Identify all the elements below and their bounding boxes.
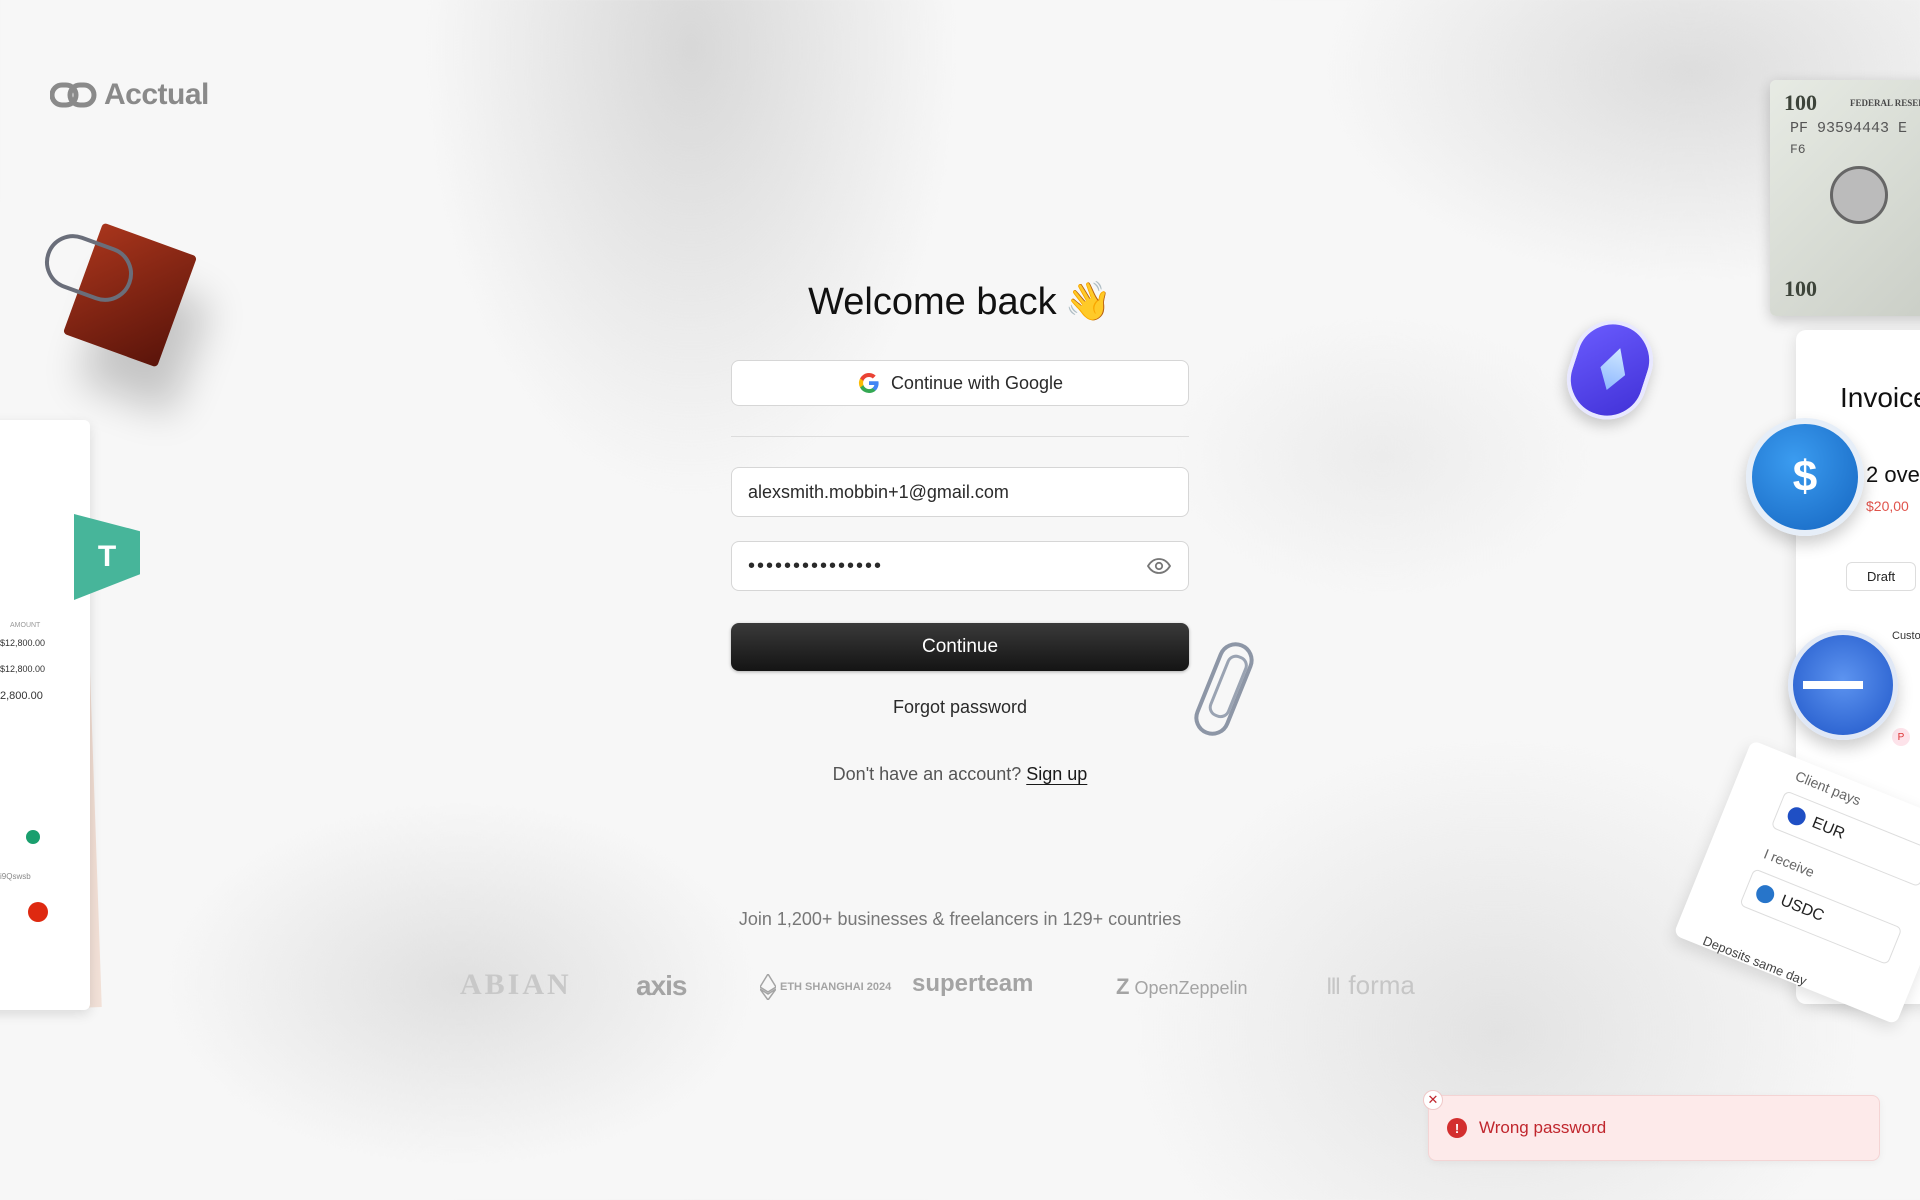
divider [731, 436, 1189, 437]
acctual-logo-icon [50, 82, 97, 108]
amount-header: AMOUNT [10, 622, 41, 629]
partner-logo-eth-shanghai: ETH SHANGHAI 2024 [760, 974, 892, 1000]
continue-with-google-button[interactable]: Continue with Google [731, 360, 1189, 406]
partner-logo-superteam: superteam [912, 970, 1034, 997]
openzeppelin-z-icon: Z [1116, 974, 1130, 999]
partner-logo-openzeppelin: Z OpenZeppelin [1116, 974, 1248, 1000]
deposits-note: Deposits same day [1700, 932, 1809, 989]
waving-hand-icon: 👋 [1064, 281, 1112, 323]
title-text: Welcome back [808, 281, 1057, 323]
logo-text: Acctual [104, 78, 209, 111]
draft-badge: Draft [1846, 562, 1917, 591]
forma-text: forma [1348, 970, 1415, 1000]
eu-flag-icon [1784, 804, 1809, 829]
usdc-symbol: $ [1792, 452, 1818, 501]
openzeppelin-text: OpenZeppelin [1134, 978, 1248, 998]
show-password-eye-icon[interactable] [1146, 556, 1172, 576]
handle-text: i9Qswsb [0, 872, 31, 881]
bill-serial: PF 93594443 E [1790, 120, 1908, 137]
acctual-logo[interactable]: Acctual [50, 78, 209, 112]
partner-logos: ABIAN axis ETH SHANGHAI 2024 superteam Z… [460, 968, 1460, 1008]
signup-row: Don't have an account? Sign up [731, 764, 1189, 785]
login-form: Welcome back👋 Continue with Google Conti… [731, 280, 1189, 785]
bill-issuer: FEDERAL RESERVE NOTE [1850, 98, 1920, 108]
tether-small-icon [26, 830, 40, 844]
toast-close-icon[interactable]: ✕ [1423, 1090, 1443, 1110]
dollar-bill-decoration: 100 FEDERAL RESERVE NOTE PF 93594443 E F… [1770, 80, 1920, 316]
sign-up-link[interactable]: Sign up [1026, 764, 1087, 784]
amount-cell: 2,800.00 [0, 690, 43, 702]
blue-coin-decoration [1788, 630, 1898, 740]
alert-icon: ! [1447, 1118, 1467, 1138]
bill-code: F6 [1790, 142, 1806, 157]
usdc-coin-decoration: $ [1746, 418, 1864, 536]
amount-cell: $12,800.00 [0, 638, 46, 648]
google-button-label: Continue with Google [890, 372, 1064, 393]
p-avatar-badge: P [1892, 728, 1910, 746]
eur-label: EUR [1809, 814, 1848, 843]
social-proof-text: Join 1,200+ businesses & freelancers in … [738, 909, 1182, 929]
invoice-overdue-count: 2 ove [1866, 462, 1920, 487]
partner-logo-axis: axis [636, 970, 687, 1001]
invoice-title: Invoice [1840, 382, 1920, 413]
toast-message: Wrong password [1479, 1118, 1607, 1137]
customer-label: Custo [1892, 630, 1920, 642]
continue-button[interactable]: Continue [731, 623, 1189, 671]
partner-logo-forma: Ⅲ forma [1326, 970, 1415, 1001]
error-toast: ✕ ! Wrong password [1423, 1090, 1880, 1161]
password-input[interactable] [748, 554, 1146, 578]
tether-coin-decoration: T [74, 514, 140, 600]
bill-denomination: 100 [1784, 90, 1817, 115]
usdc-label: USDC [1777, 892, 1827, 925]
amount-cell: $12,800.00 [0, 664, 46, 674]
forgot-password-link[interactable]: Forgot password [731, 697, 1189, 718]
usdc-small-icon [1753, 882, 1777, 906]
email-input[interactable] [748, 481, 1172, 503]
partner-logo-abian: ABIAN [460, 968, 572, 1001]
ethereum-logo-icon [760, 974, 776, 1000]
password-field[interactable] [731, 541, 1189, 591]
invoice-overdue-amount: $20,00 [1866, 498, 1909, 514]
tether-symbol: T [97, 540, 117, 573]
eth-shanghai-text: ETH SHANGHAI 2024 [780, 981, 892, 993]
no-account-text: Don't have an account? [832, 764, 1022, 784]
email-field[interactable] [731, 467, 1189, 517]
usdc-currency-field: USDC [1739, 868, 1903, 966]
paperclip-decoration [1188, 636, 1260, 742]
page-title: Welcome back 👋 [731, 280, 1189, 324]
bill-seal-icon [1830, 166, 1888, 224]
google-icon [858, 373, 879, 394]
forma-columns-icon: Ⅲ [1326, 974, 1342, 999]
bill-denomination-bottom: 100 [1784, 276, 1817, 301]
ethereum-coin-decoration [1556, 310, 1664, 430]
